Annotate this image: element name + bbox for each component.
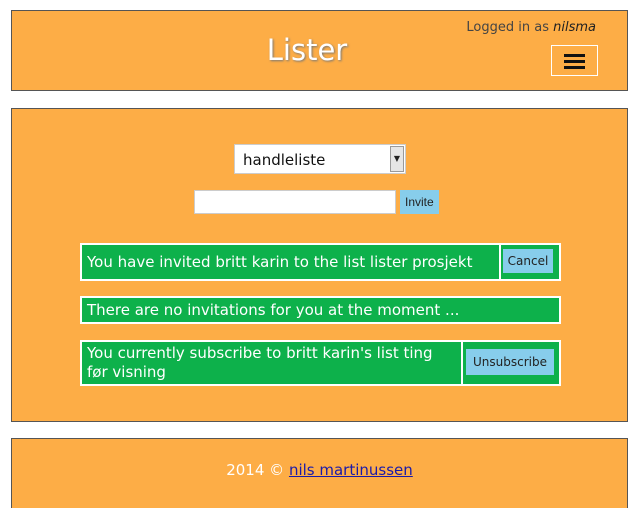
sent-invitation-text: You have invited britt karin to the list… bbox=[87, 253, 473, 271]
dropdown-arrow-icon[interactable]: ▼ bbox=[390, 146, 404, 172]
sent-invitation-notice: You have invited britt karin to the list… bbox=[80, 243, 561, 281]
unsubscribe-button-cell: Unsubscribe bbox=[461, 342, 559, 384]
main-content: handleliste ▼ Invite You have invited br… bbox=[11, 108, 628, 422]
invite-button[interactable]: Invite bbox=[400, 190, 439, 214]
author-link[interactable]: nils martinussen bbox=[289, 461, 413, 479]
cancel-button[interactable]: Cancel bbox=[503, 249, 553, 273]
list-select-value: handleliste bbox=[243, 151, 326, 169]
received-invitations-text: There are no invitations for you at the … bbox=[87, 301, 460, 319]
copyright: 2014 © nils martinussen bbox=[12, 461, 627, 479]
copyright-text: 2014 © bbox=[226, 461, 285, 479]
list-select[interactable]: handleliste ▼ bbox=[234, 144, 406, 174]
unsubscribe-button[interactable]: Unsubscribe bbox=[466, 349, 554, 375]
cancel-button-cell: Cancel bbox=[499, 245, 559, 279]
received-invitations-notice: There are no invitations for you at the … bbox=[80, 296, 561, 324]
menu-button[interactable] bbox=[551, 45, 598, 76]
invite-input[interactable] bbox=[194, 190, 396, 214]
header: Logged in as nilsma Lister bbox=[11, 10, 628, 91]
subscription-text: You currently subscribe to britt karin's… bbox=[87, 344, 433, 381]
subscription-notice: You currently subscribe to britt karin's… bbox=[80, 340, 561, 386]
page-title: Lister bbox=[266, 33, 348, 67]
footer: 2014 © nils martinussen bbox=[11, 438, 628, 508]
